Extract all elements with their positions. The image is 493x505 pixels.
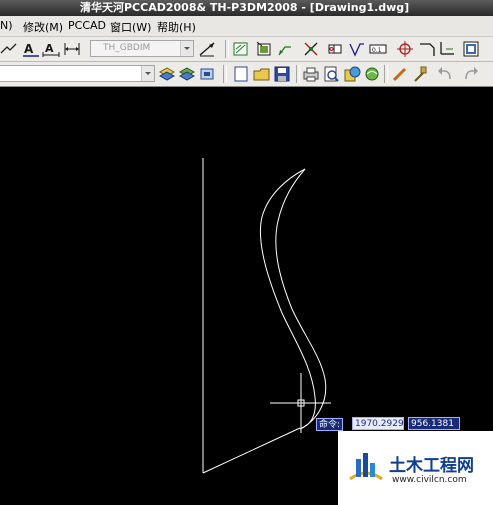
layer-combo[interactable] xyxy=(0,65,155,82)
toolbar-separator xyxy=(384,65,388,83)
watermark-title: 土木工程网 xyxy=(389,456,474,476)
menu-item-help[interactable]: 帮助(H) xyxy=(157,19,196,35)
hatch-icon[interactable] xyxy=(232,40,250,58)
chevron-down-icon[interactable] xyxy=(141,66,154,81)
diagonal-line xyxy=(202,427,301,474)
match-properties-icon[interactable] xyxy=(411,65,429,83)
linear-dimension-icon[interactable] xyxy=(63,40,81,58)
watermark-url: www.civilcn.com xyxy=(392,475,467,485)
undo-icon[interactable] xyxy=(436,65,454,83)
title-bar: 清华天河PCCAD2008& TH-P3DM2008 - [Drawing1.d… xyxy=(0,0,493,16)
y-coordinate-input[interactable]: 956.1381 xyxy=(408,417,460,430)
leader-icon[interactable] xyxy=(276,40,294,58)
chevron-down-icon[interactable] xyxy=(180,41,193,56)
table-icon[interactable] xyxy=(462,40,480,58)
dimension-style-combo[interactable]: TH_GBDIM xyxy=(90,40,194,57)
block-edit-icon[interactable] xyxy=(255,40,273,58)
svg-text:A: A xyxy=(45,42,54,55)
pencil-icon[interactable] xyxy=(391,65,409,83)
menu-item-window[interactable]: 窗口(W) xyxy=(110,19,151,35)
datum-icon[interactable]: 0.1 xyxy=(369,40,387,58)
x-coordinate-input[interactable]: 1970.2929 xyxy=(352,417,404,430)
dimension-style-icon[interactable]: A xyxy=(42,40,60,58)
surface-finish-icon[interactable] xyxy=(348,40,366,58)
menu-item-draw[interactable]: N) xyxy=(0,19,13,32)
layer-previous-icon[interactable] xyxy=(198,65,216,83)
s-curve-profile xyxy=(259,168,327,430)
tolerance-icon[interactable] xyxy=(326,40,344,58)
toolbar-standard xyxy=(0,62,493,87)
line-tool-icon[interactable] xyxy=(0,40,18,58)
publish-icon[interactable] xyxy=(343,65,361,83)
menu-item-modify[interactable]: 修改(M) xyxy=(23,19,63,35)
layer-state-icon[interactable] xyxy=(178,65,196,83)
plot-icon[interactable] xyxy=(302,65,320,83)
chamfer-icon[interactable] xyxy=(418,40,436,58)
menu-item-pccad[interactable]: PCCAD xyxy=(68,19,106,32)
toolbar-separator xyxy=(225,40,229,58)
svg-text:A: A xyxy=(24,42,34,56)
toolbar-dimension: A A TH_GBDIM 0.1 xyxy=(0,37,493,62)
watermark: 土木工程网 www.civilcn.com xyxy=(338,431,493,505)
dimension-style-value: TH_GBDIM xyxy=(103,43,151,53)
centerline-icon[interactable] xyxy=(396,40,414,58)
plot-preview-icon[interactable] xyxy=(322,65,340,83)
dimension-update-icon[interactable] xyxy=(198,40,216,58)
save-icon[interactable] xyxy=(273,65,291,83)
toolbar-separator xyxy=(296,65,300,83)
command-prompt-tooltip: 命令: xyxy=(316,418,344,431)
text-style-icon[interactable]: A xyxy=(22,40,40,58)
break-line-icon[interactable] xyxy=(302,40,320,58)
window-title: 清华天河PCCAD2008& TH-P3DM2008 - [Drawing1.d… xyxy=(80,1,410,14)
open-folder-icon[interactable] xyxy=(253,65,271,83)
redo-icon[interactable] xyxy=(462,65,480,83)
3d-dwf-icon[interactable] xyxy=(363,65,381,83)
fillet-icon[interactable] xyxy=(438,40,456,58)
site-logo-icon xyxy=(346,445,386,485)
new-file-icon[interactable] xyxy=(232,65,250,83)
svg-text:0.1: 0.1 xyxy=(372,47,382,54)
layer-manager-icon[interactable] xyxy=(158,65,176,83)
toolbar-separator xyxy=(223,65,227,83)
menu-bar: N) 修改(M) PCCAD 窗口(W) 帮助(H) xyxy=(0,16,493,37)
